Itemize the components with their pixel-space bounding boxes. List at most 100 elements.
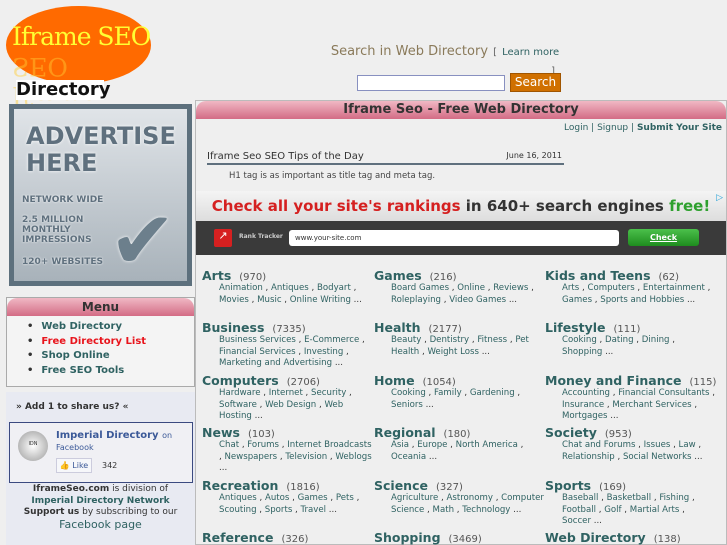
subcategory-link[interactable]: Entertainment — [643, 283, 705, 293]
subcategory-link[interactable]: Gardening — [470, 388, 515, 398]
subcategory-link[interactable]: Music — [257, 295, 281, 305]
facebook-label[interactable]: Facebook — [56, 443, 94, 452]
category-link[interactable]: Business — [202, 320, 264, 335]
subcategory-link[interactable]: Antiques — [219, 493, 257, 503]
subcategory-link[interactable]: Arts — [562, 283, 579, 293]
subcategory-link[interactable]: Business Services — [219, 335, 296, 345]
subcategory-link[interactable]: Internet Broadcasts — [287, 440, 371, 450]
category-link[interactable]: Computers — [202, 373, 279, 388]
subcategory-link[interactable]: Merchant Services — [612, 400, 691, 410]
subcategory-link[interactable]: Online — [457, 283, 485, 293]
subcategory-link[interactable]: Games — [298, 493, 328, 503]
facebook-page-link[interactable]: Facebook page — [6, 518, 195, 531]
subcategory-link[interactable]: Seniors — [391, 400, 423, 410]
subcategory-link[interactable]: Games — [562, 295, 592, 305]
signup-link[interactable]: Signup — [597, 123, 628, 133]
subcategory-link[interactable]: Oceania — [391, 452, 426, 462]
subcategory-link[interactable]: Issues — [644, 440, 671, 450]
subcategory-link[interactable]: Pets — [336, 493, 354, 503]
category-link[interactable]: Recreation — [202, 478, 278, 493]
subcategory-link[interactable]: Social Networks — [623, 452, 692, 462]
menu-item-free-directory-list[interactable]: Free Directory List — [41, 335, 194, 350]
subcategory-link[interactable]: Movies — [219, 295, 249, 305]
subcategory-link[interactable]: Hardware — [219, 388, 261, 398]
subcategory-link[interactable]: Software — [219, 400, 257, 410]
subcategory-link[interactable]: Relationship — [562, 452, 615, 462]
facebook-avatar[interactable]: IDN — [18, 431, 48, 461]
subcategory-link[interactable]: Family — [434, 388, 462, 398]
subcategory-link[interactable]: Board Games — [391, 283, 449, 293]
facebook-page-link[interactable]: Imperial Directory — [56, 430, 159, 441]
menu-item-free-seo-tools[interactable]: Free SEO Tools — [41, 364, 194, 379]
category-link[interactable]: Lifestyle — [545, 320, 606, 335]
menu-item-shop-online[interactable]: Shop Online — [41, 349, 194, 364]
category-link[interactable]: Sports — [545, 478, 591, 493]
category-link[interactable]: Reference — [202, 530, 273, 545]
subcategory-link[interactable]: Financial Consultants — [618, 388, 709, 398]
subcategory-link[interactable]: Forums — [247, 440, 279, 450]
site-logo[interactable]: Iframe SEO Iframe SEO Directory — [6, 6, 151, 110]
search-input[interactable] — [357, 75, 505, 91]
category-link[interactable]: Arts — [202, 268, 231, 283]
subcategory-link[interactable]: Mortgages — [562, 411, 608, 421]
subcategory-link[interactable]: Astronomy — [446, 493, 493, 503]
subcategory-link[interactable]: Dentistry — [430, 335, 470, 345]
subcategory-link[interactable]: E-Commerce — [304, 335, 359, 345]
subcategory-link[interactable]: Web Design — [265, 400, 316, 410]
learn-more-link[interactable]: Learn more — [502, 47, 559, 58]
subcategory-link[interactable]: Baseball — [562, 493, 598, 503]
subcategory-link[interactable]: Cooking — [391, 388, 426, 398]
subcategory-link[interactable]: Dating — [605, 335, 634, 345]
subcategory-link[interactable]: Law — [679, 440, 696, 450]
subcategory-link[interactable]: Sports and Hobbies — [600, 295, 684, 305]
menu-item-web-directory[interactable]: Web Directory — [41, 320, 194, 335]
category-link[interactable]: Shopping — [374, 530, 441, 545]
subcategory-link[interactable]: Fitness — [477, 335, 507, 345]
subcategory-link[interactable]: Marketing and Advertising — [219, 358, 332, 368]
subcategory-link[interactable]: Golf — [604, 505, 621, 515]
ad-url-input[interactable]: www.your-site.com — [289, 230, 619, 246]
subcategory-link[interactable]: North America — [456, 440, 518, 450]
subcategory-link[interactable]: Internet — [269, 388, 303, 398]
rank-tracker-ad[interactable]: Check all your site's rankings in 640+ s… — [196, 191, 726, 255]
subcategory-link[interactable]: Dining — [642, 335, 670, 345]
advertise-banner[interactable]: ADVERTISE HERE NETWORK WIDE 2.5 MILLION M… — [9, 104, 192, 287]
subcategory-link[interactable]: Weblogs — [335, 452, 371, 462]
subcategory-link[interactable]: Agriculture — [391, 493, 438, 503]
subcategory-link[interactable]: Cooking — [562, 335, 597, 345]
subcategory-link[interactable]: Fishing — [659, 493, 689, 503]
ad-check-button[interactable]: Check — [628, 229, 699, 246]
category-link[interactable]: Web Directory — [545, 530, 646, 545]
category-link[interactable]: Health — [374, 320, 421, 335]
subcategory-link[interactable]: Television — [285, 452, 327, 462]
subcategory-link[interactable]: Online Writing — [290, 295, 351, 305]
login-link[interactable]: Login — [564, 123, 588, 133]
subcategory-link[interactable]: Antiques — [271, 283, 309, 293]
subcategory-link[interactable]: Basketball — [607, 493, 651, 503]
search-button[interactable]: Search — [510, 73, 561, 92]
subcategory-link[interactable]: Autos — [265, 493, 289, 503]
subcategory-link[interactable]: Shopping — [562, 347, 602, 357]
subcategory-link[interactable]: Insurance — [562, 400, 604, 410]
subcategory-link[interactable]: Chat and Forums — [562, 440, 635, 450]
submit-site-link[interactable]: Submit Your Site — [637, 123, 722, 133]
subcategory-link[interactable]: Asia — [391, 440, 409, 450]
subcategory-link[interactable]: Beauty — [391, 335, 421, 345]
subcategory-link[interactable]: Video Games — [449, 295, 506, 305]
like-button[interactable]: 👍 Like — [56, 458, 92, 473]
network-link[interactable]: Imperial Directory Network — [6, 496, 195, 508]
subcategory-link[interactable]: Animation — [219, 283, 263, 293]
subcategory-link[interactable]: Europe — [417, 440, 447, 450]
category-link[interactable]: News — [202, 425, 240, 440]
subcategory-link[interactable]: Newspapers — [224, 452, 277, 462]
category-link[interactable]: Kids and Teens — [545, 268, 651, 283]
subcategory-link[interactable]: Martial Arts — [630, 505, 680, 515]
subcategory-link[interactable]: Financial Services — [219, 347, 296, 357]
subcategory-link[interactable]: Travel — [301, 505, 327, 515]
subcategory-link[interactable]: Security — [311, 388, 346, 398]
subcategory-link[interactable]: Accounting — [562, 388, 610, 398]
subcategory-link[interactable]: Investing — [304, 347, 344, 357]
subcategory-link[interactable]: Soccer — [562, 516, 591, 526]
category-link[interactable]: Regional — [374, 425, 436, 440]
category-link[interactable]: Society — [545, 425, 597, 440]
